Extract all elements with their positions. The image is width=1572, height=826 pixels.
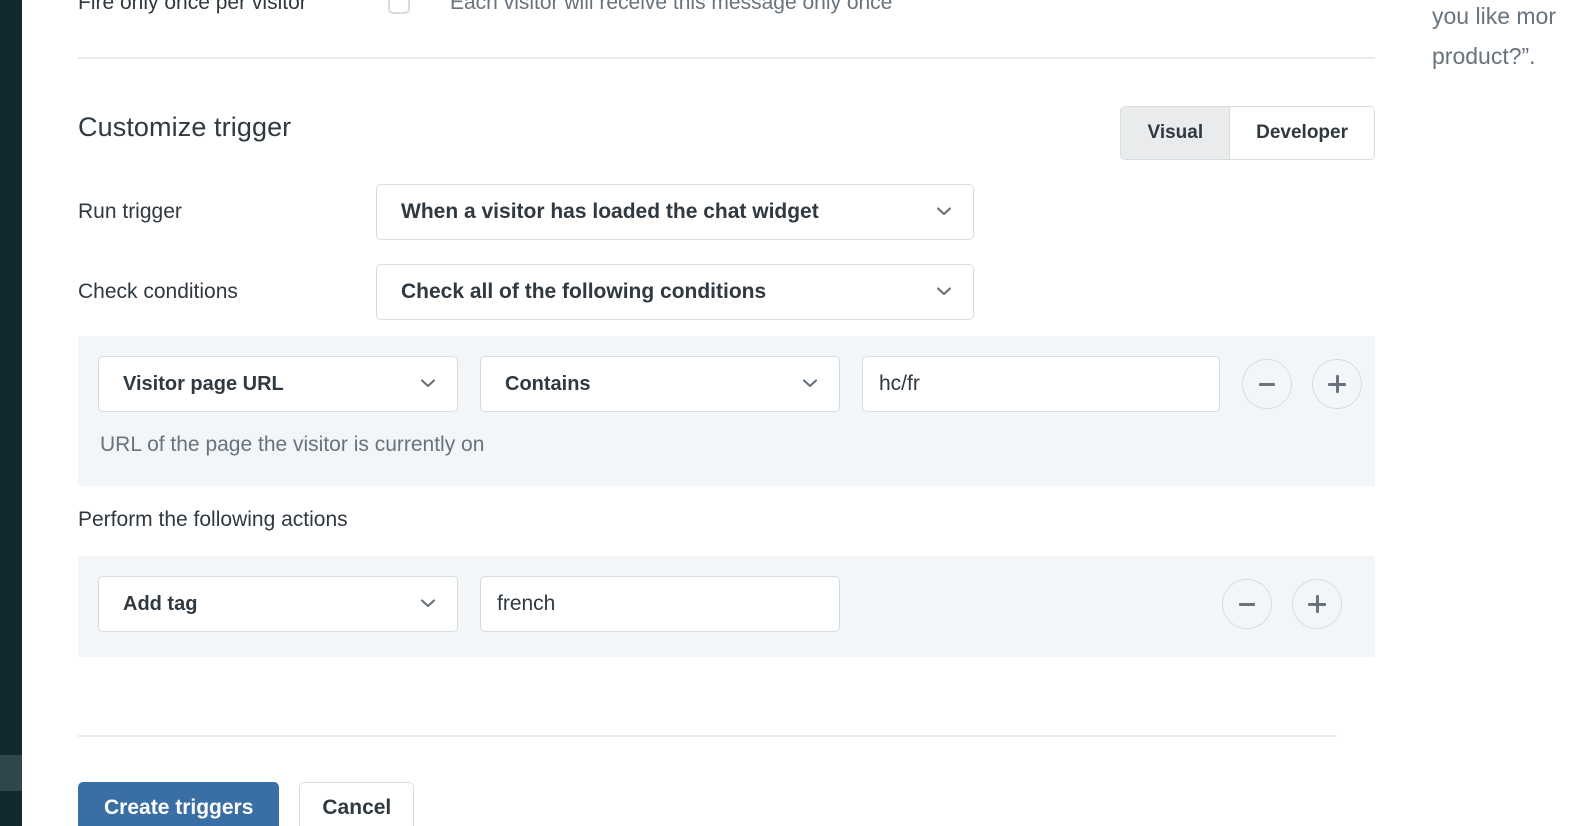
check-conditions-select[interactable]: Check all of the following conditions [376,264,974,320]
minus-icon [1259,382,1275,386]
plus-icon [1328,375,1346,393]
conditions-panel: Visitor page URL Contains URL of the pag… [78,336,1375,486]
actions-heading: Perform the following actions [78,508,348,531]
condition-operator-value: Contains [505,372,591,395]
action-row: Add tag [98,576,1342,632]
run-trigger-label: Run trigger [78,200,182,223]
section-divider-top [78,57,1375,59]
tab-visual[interactable]: Visual [1121,107,1231,159]
fire-only-once-label: Fire only once per visitor [78,0,307,14]
action-value-input[interactable] [480,576,840,632]
minus-icon [1239,602,1255,606]
fire-only-once-checkbox[interactable] [388,0,410,14]
condition-field-select[interactable]: Visitor page URL [98,356,458,412]
preview-quote-text: you like mor product?”. [1432,3,1556,69]
run-trigger-select[interactable]: When a visitor has loaded the chat widge… [376,184,974,240]
fire-only-once-row: Fire only once per visitor Each visitor … [78,0,1378,20]
preview-column: you like mor product?”. [1380,0,1572,826]
run-trigger-selected-value: When a visitor has loaded the chat widge… [401,200,819,223]
condition-value-input[interactable] [862,356,1220,412]
chevron-down-icon [421,599,435,608]
check-conditions-row: Check conditions Check all of the follow… [78,264,974,320]
app-navigation-rail[interactable] [0,0,22,826]
check-conditions-label: Check conditions [78,280,238,303]
section-header: Customize trigger Visual Developer [78,106,1375,160]
chevron-down-icon [421,379,435,388]
trigger-editor-panel: Fire only once per visitor Each visitor … [22,0,1380,826]
check-conditions-selected-value: Check all of the following conditions [401,280,767,303]
action-type-select[interactable]: Add tag [98,576,458,632]
condition-help-text: URL of the page the visitor is currently… [100,433,485,456]
editor-mode-toggle[interactable]: Visual Developer [1120,106,1375,160]
plus-icon [1308,595,1326,613]
chevron-down-icon [937,207,951,216]
footer-actions: Create triggers Cancel [78,782,415,826]
tab-developer[interactable]: Developer [1230,107,1374,159]
add-action-button[interactable] [1292,579,1342,629]
run-trigger-row: Run trigger When a visitor has loaded th… [78,184,974,240]
condition-row: Visitor page URL Contains [98,356,1362,412]
section-divider-bottom [78,735,1337,737]
fire-only-once-help-text: Each visitor will receive this message o… [450,0,893,14]
condition-operator-select[interactable]: Contains [480,356,840,412]
condition-field-value: Visitor page URL [123,372,284,395]
chevron-down-icon [937,287,951,296]
add-condition-button[interactable] [1312,359,1362,409]
actions-panel: Add tag [78,556,1375,657]
page-title: Customize trigger [78,112,292,142]
action-type-value: Add tag [123,592,198,615]
rail-active-item[interactable] [0,755,22,791]
chevron-down-icon [803,379,817,388]
cancel-button[interactable]: Cancel [299,782,415,826]
remove-action-button[interactable] [1222,579,1272,629]
remove-condition-button[interactable] [1242,359,1292,409]
create-triggers-button[interactable]: Create triggers [78,782,280,826]
